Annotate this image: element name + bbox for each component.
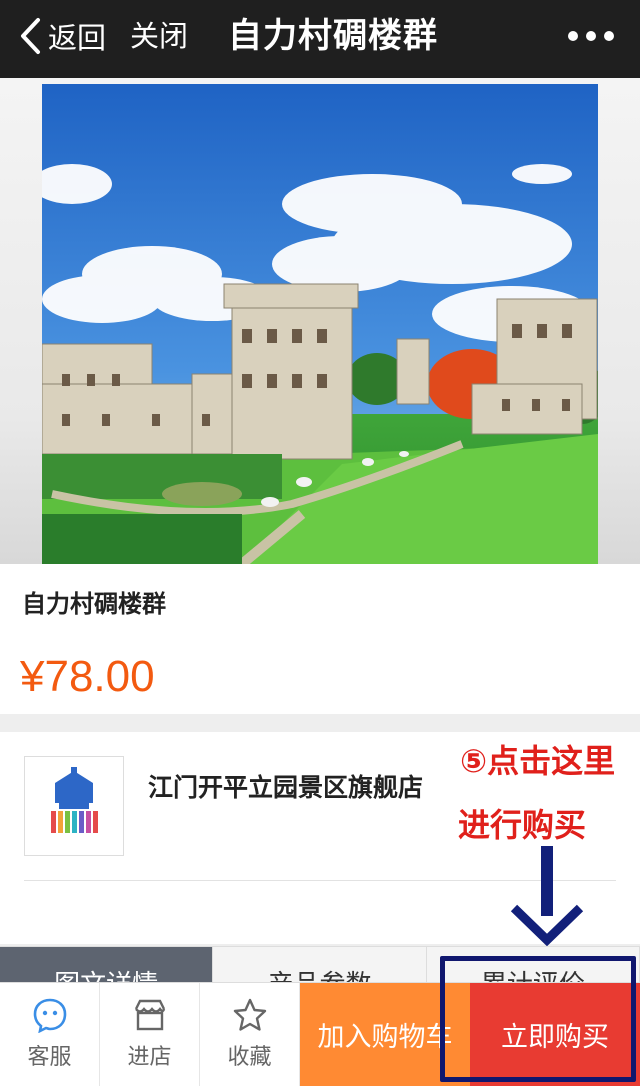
favorite-label: 收藏 <box>227 1045 272 1070</box>
top-navbar: 返回 关闭 自力村碉楼群 <box>0 0 640 78</box>
store-logo-icon <box>51 767 98 833</box>
annotation-instruction-text: 进行购买 <box>458 806 587 844</box>
product-info: 自力村碉楼群 ¥78.00 <box>0 564 640 714</box>
store-logo <box>24 756 124 856</box>
page-title: 自力村碉楼群 <box>228 16 438 56</box>
buy-now-button[interactable]: 立即购买 <box>470 983 640 1086</box>
product-price: ¥78.00 <box>20 652 155 701</box>
product-page: 返回 关闭 自力村碉楼群 自力村碉楼群 ¥78.00 江门开平立园景区旗舰店 ⑤… <box>0 0 640 1086</box>
favorite-button[interactable]: 收藏 <box>200 983 300 1086</box>
tab-detail[interactable]: 图文详情 <box>0 947 214 987</box>
more-dot-icon <box>604 31 614 41</box>
chevron-left-icon <box>21 18 40 54</box>
product-gallery[interactable] <box>0 78 640 564</box>
close-button[interactable]: 关闭 <box>130 14 188 58</box>
store-name: 江门开平立园景区旗舰店 <box>148 773 424 802</box>
star-icon <box>233 998 266 1031</box>
detail-tabs: 图文详情 产品参数 累计评价 <box>0 946 640 987</box>
customer-service-icon <box>33 998 66 1033</box>
product-image <box>42 84 598 564</box>
more-dot-icon <box>568 31 578 41</box>
back-button[interactable]: 返回 <box>18 14 106 58</box>
arrow-down-icon <box>510 846 584 946</box>
more-dot-icon <box>586 31 596 41</box>
tab-reviews[interactable]: 累计评价 <box>427 947 640 987</box>
bottom-action-bar: 客服 进店 收藏 加入购物车 立即购买 <box>0 982 640 1086</box>
service-button[interactable]: 客服 <box>0 983 100 1086</box>
service-label: 客服 <box>27 1045 72 1070</box>
product-title: 自力村碉楼群 <box>22 590 166 618</box>
enter-store-button[interactable]: 进店 <box>100 983 200 1086</box>
add-to-cart-button[interactable]: 加入购物车 <box>300 983 470 1086</box>
tab-params[interactable]: 产品参数 <box>213 947 427 987</box>
store-label: 进店 <box>127 1045 172 1070</box>
more-menu-button[interactable] <box>568 22 614 50</box>
store-icon <box>134 999 165 1031</box>
annotation-step-text: ⑤点击这里 <box>460 742 616 780</box>
back-label: 返回 <box>48 21 107 55</box>
diaolou-landscape-image <box>42 84 598 564</box>
